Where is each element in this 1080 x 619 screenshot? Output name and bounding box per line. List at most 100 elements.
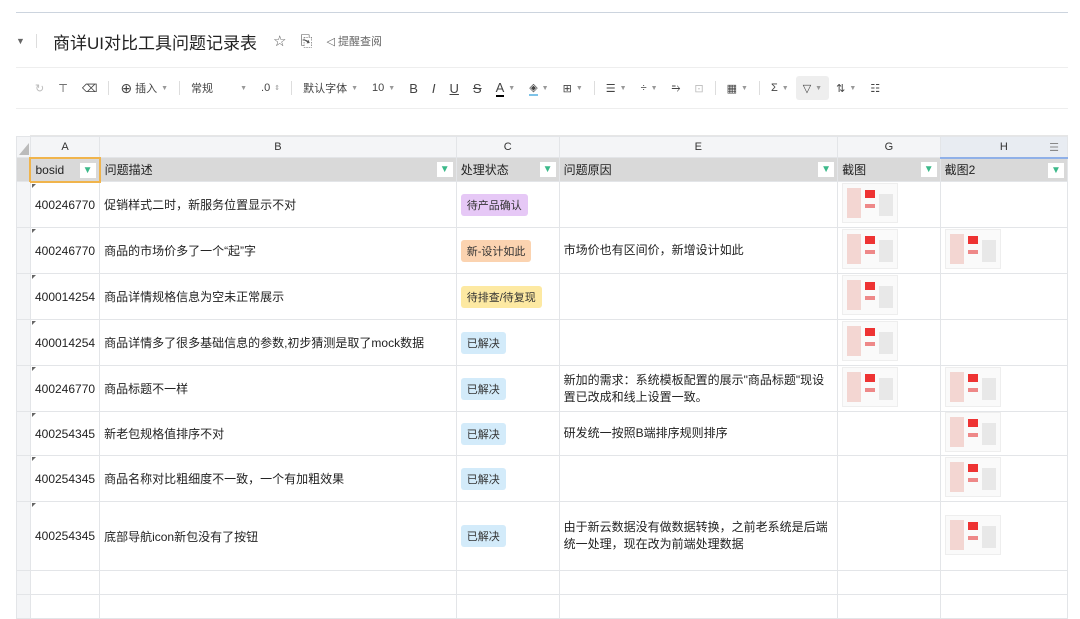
cell-status[interactable]: 已解决 (455, 455, 560, 502)
column-header-b[interactable]: B (99, 136, 457, 158)
filter-icon[interactable]: ▼ (920, 162, 937, 177)
screenshot-thumbnail[interactable] (842, 275, 899, 315)
cell-screenshot[interactable] (837, 455, 941, 502)
header-cell-screenshot[interactable]: 截图 ▼ (837, 157, 941, 182)
cell-screenshot2[interactable] (939, 365, 1069, 412)
font-select[interactable]: 默认字体 ▼ (296, 80, 365, 96)
header-cell-status[interactable]: 处理状态 ▼ (455, 157, 560, 182)
cell-bosid[interactable]: 400254345 (29, 411, 101, 456)
wrap-text-icon[interactable]: ⥱ (665, 82, 688, 95)
screenshot-thumbnail[interactable] (944, 412, 1001, 452)
merge-cells-icon[interactable]: ⊡ (687, 82, 710, 95)
cell-screenshot2[interactable] (939, 319, 1069, 366)
screenshot-thumbnail[interactable] (842, 367, 899, 407)
cell[interactable] (99, 594, 457, 619)
filter-icon[interactable]: ▼ (539, 162, 556, 177)
filter-button[interactable]: ▽ ▼ (795, 76, 830, 100)
filter-icon[interactable]: ▼ (436, 162, 453, 177)
strikethrough-button[interactable]: S (466, 81, 489, 96)
remind-button[interactable]: ◁ 提醒查阅 (326, 33, 382, 49)
cell[interactable] (99, 570, 457, 595)
filter-icon[interactable]: ▼ (1048, 162, 1064, 178)
column-header-g[interactable]: G (837, 136, 941, 158)
select-all-corner[interactable] (16, 136, 31, 158)
cell-screenshot2[interactable] (939, 181, 1069, 228)
cell[interactable] (29, 594, 101, 619)
cell-screenshot[interactable] (837, 227, 941, 274)
number-format-select[interactable]: 常规 ▼ (184, 80, 254, 96)
cell-screenshot[interactable] (837, 319, 941, 366)
cell-bosid[interactable]: 400246770 (29, 181, 101, 228)
more-icon[interactable]: ☷ (863, 82, 887, 95)
fill-color-button[interactable]: ◈ ▼ (522, 81, 555, 96)
bold-button[interactable]: B (402, 81, 425, 96)
row-gutter[interactable] (16, 273, 31, 320)
row-gutter[interactable] (16, 455, 31, 502)
row-gutter[interactable] (16, 411, 31, 456)
header-cell-reason[interactable]: 问题原因 ▼ (558, 157, 839, 182)
cell-status[interactable]: 待排查/待复现 (455, 273, 560, 320)
cell-screenshot2[interactable] (939, 455, 1069, 502)
cell[interactable] (837, 570, 941, 595)
cell-description[interactable]: 商品标题不一样 (99, 365, 457, 412)
cell[interactable] (455, 594, 560, 619)
vertical-align-button[interactable]: ÷ ▼ (634, 82, 665, 94)
document-title[interactable]: 商详UI对比工具问题记录表 (53, 29, 257, 54)
formula-bar[interactable] (30, 110, 1068, 136)
cell-bosid[interactable]: 400014254 (29, 273, 101, 320)
row-gutter[interactable] (16, 157, 31, 182)
screenshot-thumbnail[interactable] (944, 457, 1001, 497)
screenshot-thumbnail[interactable] (944, 229, 1001, 269)
font-size-select[interactable]: 10 ▼ (365, 82, 402, 94)
star-icon[interactable]: ☆ (273, 32, 286, 50)
cell-reason[interactable] (558, 181, 839, 228)
row-gutter[interactable] (16, 365, 31, 412)
cell-screenshot[interactable] (837, 181, 941, 228)
cell-reason[interactable] (558, 273, 839, 320)
cell[interactable] (29, 570, 101, 595)
cell-status[interactable]: 新-设计如此 (455, 227, 560, 274)
cell-description[interactable]: 促销样式二时，新服务位置显示不对 (99, 181, 457, 228)
align-button[interactable]: ☰ ▼ (599, 82, 634, 95)
cell-reason[interactable]: 市场价也有区间价，新增设计如此 (558, 227, 839, 274)
cell-bosid[interactable]: 400254345 (29, 501, 101, 571)
column-header-e[interactable]: E (558, 136, 839, 158)
cell-status[interactable]: 已解决 (455, 365, 560, 412)
format-painter-icon[interactable]: ⊤ (51, 82, 75, 95)
screenshot-thumbnail[interactable] (842, 321, 899, 361)
cell-screenshot[interactable] (837, 365, 941, 412)
cell-screenshot2[interactable] (939, 501, 1069, 571)
row-gutter[interactable] (16, 570, 31, 595)
font-color-button[interactable]: A ▼ (489, 80, 523, 97)
sort-button[interactable]: ⇅ ▼ (829, 82, 863, 95)
screenshot-thumbnail[interactable] (944, 367, 1001, 407)
cell[interactable] (558, 594, 839, 619)
cell[interactable] (837, 594, 941, 619)
screenshot-thumbnail[interactable] (842, 183, 899, 223)
borders-button[interactable]: ⊞ ▼ (556, 82, 590, 95)
cell-description[interactable]: 商品详情规格信息为空未正常展示 (99, 273, 457, 320)
italic-button[interactable]: I (425, 81, 443, 96)
export-icon[interactable]: ⎘ (300, 33, 312, 50)
cell-description[interactable]: 新老包规格值排序不对 (99, 411, 457, 456)
cell-status[interactable]: 已解决 (455, 501, 560, 571)
header-cell-screenshot2[interactable]: 截图2 ▼ (939, 157, 1069, 182)
column-header-c[interactable]: C (455, 136, 560, 158)
cell-screenshot2[interactable] (939, 411, 1069, 456)
screenshot-thumbnail[interactable] (944, 514, 1001, 555)
filter-icon[interactable]: ▼ (818, 162, 835, 177)
conditional-format-button[interactable]: ▦ ▼ (720, 82, 755, 95)
cell-screenshot[interactable] (837, 273, 941, 320)
cell-reason[interactable] (558, 319, 839, 366)
header-cell-bosid[interactable]: bosid ▼ (29, 156, 101, 183)
column-menu-icon[interactable]: ☰ (1049, 141, 1059, 154)
cell-reason[interactable]: 新加的需求：系统模板配置的展示"商品标题"现设置已改成和线上设置一致。 (558, 365, 839, 412)
cell-description[interactable]: 商品的市场价多了一个“起”字 (99, 227, 457, 274)
cell-bosid[interactable]: 400014254 (29, 319, 101, 366)
row-gutter[interactable] (16, 319, 31, 366)
cell[interactable] (455, 570, 560, 595)
column-header-h[interactable]: H ☰ (939, 136, 1069, 159)
cell-reason[interactable] (558, 455, 839, 502)
cell-reason[interactable]: 研发统一按照B端排序规则排序 (558, 411, 839, 456)
cell-screenshot[interactable] (837, 411, 941, 456)
